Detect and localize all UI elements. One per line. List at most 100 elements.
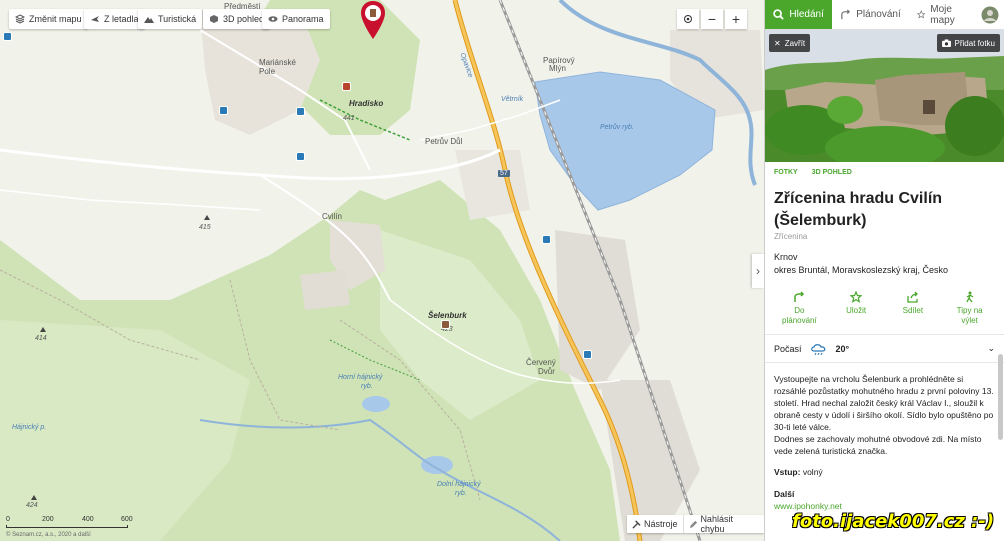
save-button[interactable]: Uložit (828, 291, 885, 326)
label-marianske: Mariánské (259, 58, 296, 67)
tab-3d-view[interactable]: 3D POHLED (812, 169, 852, 176)
panel-scrollbar[interactable] (998, 354, 1003, 440)
watermark-text: foto.ijacek007.cz :-) (792, 511, 995, 532)
collapse-panel-button[interactable]: › (752, 254, 764, 288)
bus-stop-icon[interactable] (3, 32, 12, 41)
search-icon (773, 9, 785, 20)
tools-button[interactable]: Nástroje (627, 515, 683, 533)
elevation-414: 414 (35, 335, 47, 342)
map-canvas[interactable]: Předměstí Mariánské Pole Hradisko 441 Pe… (0, 0, 764, 541)
selected-location-pin-icon[interactable] (360, 0, 386, 40)
photo-tabs: FOTKY 3D POHLED (765, 162, 1004, 183)
place-title: Zřícenina hradu Cvilín (Šelemburk) (774, 190, 943, 229)
from-plane-button[interactable]: Z letadla (84, 9, 145, 29)
scale-tick-600: 600 (121, 516, 133, 523)
plan-label-1: Do (794, 306, 805, 315)
close-label: Zavřít (784, 38, 806, 48)
label-selenburk: Šelenburk (428, 311, 467, 320)
tips-label-2: výlet (961, 316, 978, 325)
tab-my-maps[interactable]: Moje mapy (909, 0, 976, 29)
label-horni-hajnicky: Horní hájnický (338, 374, 383, 381)
address-city: Krnov (774, 252, 798, 262)
panorama-button[interactable]: Panorama (262, 9, 330, 29)
map-bottom-tools: Nástroje Nahlásit chybu (627, 514, 764, 534)
save-label: Uložit (846, 306, 867, 315)
add-to-planning-button[interactable]: Do plánování (771, 291, 828, 326)
tourist-map-button[interactable]: Turistická (138, 9, 203, 29)
weather-row[interactable]: Počasí 20° ⌄ (765, 335, 1004, 363)
locate-me-button[interactable] (677, 9, 699, 29)
bus-stop-icon[interactable] (542, 235, 551, 244)
bus-stop-icon[interactable] (296, 152, 305, 161)
weather-temperature: 20° (835, 343, 850, 354)
place-actions: Do plánování Uložit Sdílet Tipy na výlet (765, 277, 1004, 335)
plane-icon (91, 16, 99, 22)
add-photo-button[interactable]: Přidat fotku (936, 34, 1000, 52)
cube-icon (210, 15, 218, 23)
zoom-in-button[interactable]: + (725, 9, 747, 29)
copyright-text: © Seznam.cz, a.s., 2020 a další (6, 532, 91, 538)
cloud-rain-icon (810, 343, 825, 355)
scale-tick-0: 0 (6, 516, 10, 523)
label-dolni-ryb: ryb. (455, 490, 467, 497)
place-photo[interactable]: ✕ Zavřít Přidat fotku (765, 30, 1004, 162)
star-icon (916, 10, 926, 19)
elevation-415: 415 (199, 224, 211, 231)
tab-planning-label: Plánování (856, 9, 901, 20)
3d-view-button[interactable]: 3D pohled (203, 9, 271, 29)
weather-label: Počasí (774, 343, 802, 354)
label-petruv-ryb: Petrův ryb. (600, 124, 634, 131)
label-petruv-dul: Petrův Důl (425, 137, 463, 146)
tab-photos[interactable]: FOTKY (774, 169, 798, 176)
place-description: Vystoupejte na vrcholu Šelenburk a prohl… (765, 363, 1004, 457)
panorama-label: Panorama (282, 14, 324, 24)
entry-info: Vstup: volný (765, 457, 1004, 477)
place-category: Zřícenina (774, 232, 808, 241)
tab-search-label: Hledání (789, 9, 824, 20)
bus-stop-icon[interactable] (296, 107, 305, 116)
ruin-icon[interactable] (441, 320, 450, 329)
chevron-down-icon[interactable]: ⌄ (987, 343, 995, 354)
from-plane-label: Z letadla (104, 14, 139, 24)
chevron-right-icon: › (756, 264, 760, 278)
tips-label-1: Tipy na (956, 306, 983, 315)
address-region: okres Bruntál, Moravskoslezský kraj, Čes… (774, 265, 949, 275)
close-photo-button[interactable]: ✕ Zavřít (769, 34, 811, 52)
zoom-out-button[interactable]: − (701, 9, 723, 29)
detail-panel: Hledání Plánování Moje mapy ✕ Zavřít Při… (764, 0, 1004, 541)
tools-label: Nástroje (644, 519, 678, 529)
change-map-button[interactable]: Změnit mapu (9, 9, 88, 29)
route-icon (794, 291, 805, 302)
description-paragraph-1: Vystoupejte na vrcholu Šelenburk a prohl… (774, 374, 994, 432)
share-button[interactable]: Sdílet (885, 291, 942, 326)
external-link[interactable]: www.ipohonky.net (765, 499, 1004, 511)
user-avatar-button[interactable] (976, 0, 1004, 29)
label-cerveny: Červený (526, 358, 556, 367)
entry-label: Vstup: (774, 467, 801, 477)
bus-stop-icon[interactable] (583, 350, 592, 359)
share-icon (907, 291, 918, 303)
elevation-424: 424 (26, 502, 38, 509)
label-mlyn: Mlýn (549, 64, 566, 73)
scale-tick-400: 400 (82, 516, 94, 523)
tab-search[interactable]: Hledání (765, 0, 833, 29)
bus-stop-icon[interactable] (219, 106, 228, 115)
layers-icon (15, 14, 25, 24)
route-icon (841, 9, 851, 20)
tourist-map-label: Turistická (158, 14, 197, 24)
mountain-icon (144, 17, 154, 23)
star-icon (850, 291, 863, 303)
castle-icon[interactable] (342, 82, 351, 91)
change-map-label: Změnit mapu (29, 14, 82, 24)
elevation-441: 441 (343, 115, 355, 122)
report-error-button[interactable]: Nahlásit chybu (682, 514, 764, 534)
label-dolni-hajnicky: Dolní hájnický (437, 481, 481, 488)
tools-icon (632, 519, 641, 529)
target-icon (684, 15, 692, 23)
trip-tips-button[interactable]: Tipy na výlet (941, 291, 998, 326)
tab-planning[interactable]: Plánování (832, 0, 908, 29)
label-pole: Pole (259, 67, 276, 76)
place-address: Krnov okres Bruntál, Moravskoslezský kra… (765, 241, 1004, 277)
camera-icon (941, 39, 951, 47)
hiker-icon (966, 291, 973, 303)
